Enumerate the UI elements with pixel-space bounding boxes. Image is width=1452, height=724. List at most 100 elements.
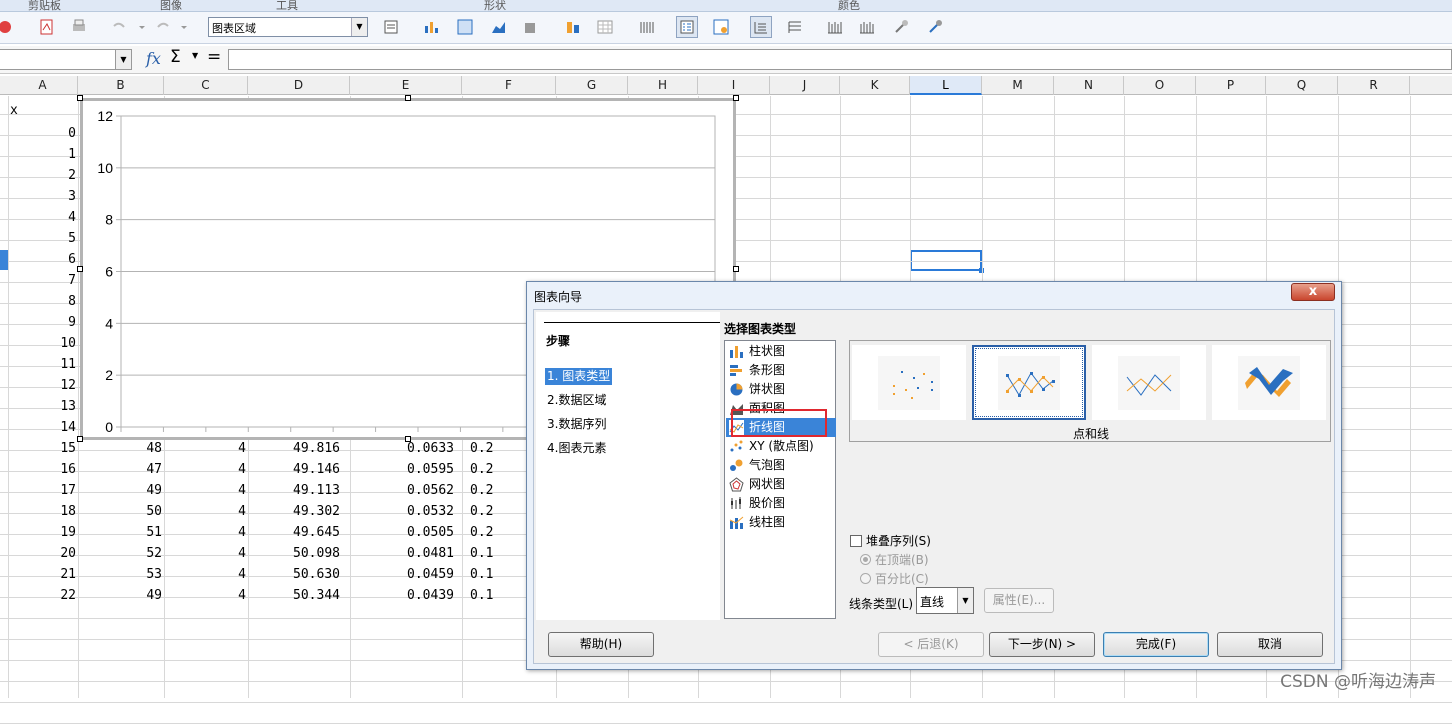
cell-a1[interactable]: x	[10, 101, 70, 121]
column-header-a[interactable]: A	[8, 76, 78, 95]
variant-points-and-lines[interactable]	[972, 345, 1086, 420]
column-header-d[interactable]: D	[248, 76, 350, 95]
cell-c[interactable]: 4	[164, 586, 246, 606]
column-header-c[interactable]: C	[164, 76, 248, 95]
cell-c[interactable]: 4	[164, 460, 246, 480]
column-header-f[interactable]: F	[462, 76, 556, 95]
cell-c[interactable]: 4	[164, 439, 246, 459]
cell-c[interactable]: 4	[164, 523, 246, 543]
cell-a[interactable]: 22	[8, 586, 76, 606]
format-selection-icon[interactable]	[380, 16, 402, 38]
cell-e[interactable]: 0.0505	[350, 523, 454, 543]
cell-a[interactable]: 19	[8, 523, 76, 543]
column-header-e[interactable]: E	[350, 76, 462, 95]
cell-a[interactable]: 15	[8, 439, 76, 459]
cell-f[interactable]: 0.2	[470, 481, 530, 501]
cell-d[interactable]: 49.302	[248, 502, 340, 522]
cell-f[interactable]: 0.2	[470, 523, 530, 543]
chart-element-select[interactable]: 图表区域 ▼	[208, 17, 368, 37]
cell-e[interactable]: 0.0633	[350, 439, 454, 459]
x-axis-icon[interactable]	[824, 16, 846, 38]
palette-icon[interactable]	[0, 16, 16, 38]
function-wizard-icon[interactable]: fx	[146, 49, 161, 68]
cell-a[interactable]: 8	[8, 292, 76, 312]
cell-e[interactable]: 0.0459	[350, 565, 454, 585]
cell-e[interactable]: 0.0481	[350, 544, 454, 564]
finish-button[interactable]: 完成(F)	[1103, 632, 1209, 657]
chart-type-xy-scatter[interactable]: XY (散点图)	[726, 437, 836, 456]
cell-b[interactable]: 53	[78, 565, 162, 585]
cell-b[interactable]: 49	[78, 481, 162, 501]
cell-a[interactable]: 5	[8, 229, 76, 249]
cell-f[interactable]: 0.2	[470, 502, 530, 522]
variant-3d-lines[interactable]	[1212, 345, 1326, 420]
cell-a[interactable]: 0	[8, 124, 76, 144]
sum-icon[interactable]: Σ	[170, 47, 181, 67]
cell-a[interactable]: 14	[8, 418, 76, 438]
cell-a[interactable]: 20	[8, 544, 76, 564]
close-button[interactable]: x	[1291, 283, 1335, 301]
resize-handle-ne[interactable]	[733, 95, 739, 101]
cell-a[interactable]: 6	[8, 250, 76, 270]
formula-input[interactable]	[228, 49, 1452, 70]
cell-a[interactable]: 3	[8, 187, 76, 207]
cell-a[interactable]: 10	[8, 334, 76, 354]
cell-a[interactable]: 13	[8, 397, 76, 417]
cell-d[interactable]: 49.146	[248, 460, 340, 480]
chart-type-bubble[interactable]: 气泡图	[726, 456, 836, 475]
stack-series-option[interactable]: 堆叠序列(S)	[850, 532, 931, 549]
column-header-b[interactable]: B	[78, 76, 164, 95]
column-header-q[interactable]: Q	[1266, 76, 1338, 95]
chart-type-stock[interactable]: 股价图	[726, 494, 836, 513]
back-button[interactable]: < 后退(K)	[878, 632, 984, 657]
cell-a[interactable]: 17	[8, 481, 76, 501]
cell-a[interactable]: 12	[8, 376, 76, 396]
chart-area-icon[interactable]	[488, 16, 510, 38]
3d-view-icon[interactable]	[520, 16, 542, 38]
undo-icon[interactable]	[108, 16, 130, 38]
column-header-g[interactable]: G	[556, 76, 628, 95]
chart-type-column-line[interactable]: 线柱图	[726, 513, 836, 532]
resize-handle-w[interactable]	[77, 266, 83, 272]
cell-a[interactable]: 16	[8, 460, 76, 480]
line-type-select[interactable]: 直线 ▼	[916, 587, 974, 614]
pdf-export-icon[interactable]	[36, 16, 58, 38]
cell-a[interactable]: 9	[8, 313, 76, 333]
vertical-grid-icon[interactable]	[784, 16, 806, 38]
data-table-icon[interactable]	[594, 16, 616, 38]
stack-series-checkbox[interactable]	[850, 534, 862, 547]
sum-dropdown-icon[interactable]: ▼	[192, 51, 198, 60]
variant-lines-only[interactable]	[1092, 345, 1206, 420]
cell-b[interactable]: 51	[78, 523, 162, 543]
variant-points-only[interactable]	[852, 345, 966, 420]
resize-handle-nw[interactable]	[77, 95, 83, 101]
cell-b[interactable]: 48	[78, 439, 162, 459]
cell-b[interactable]: 47	[78, 460, 162, 480]
redo-icon[interactable]	[152, 16, 174, 38]
cell-f[interactable]: 0.1	[470, 544, 530, 564]
cell-c[interactable]: 4	[164, 565, 246, 585]
cell-c[interactable]: 4	[164, 502, 246, 522]
column-header-l[interactable]: L	[910, 76, 982, 95]
column-header-n[interactable]: N	[1054, 76, 1124, 95]
chevron-down-icon[interactable]: ▼	[115, 50, 131, 69]
column-header-j[interactable]: J	[770, 76, 840, 95]
cell-a[interactable]: 11	[8, 355, 76, 375]
chart-type-icon[interactable]	[420, 16, 442, 38]
next-button[interactable]: 下一步(N) >	[989, 632, 1095, 657]
column-header-m[interactable]: M	[982, 76, 1054, 95]
chart-settings-icon[interactable]	[710, 16, 732, 38]
cell-a[interactable]: 18	[8, 502, 76, 522]
on-top-option[interactable]: 在顶端(B)	[860, 551, 929, 568]
step-data-series[interactable]: 3.数据序列	[545, 416, 608, 433]
legend-on-off-icon[interactable]	[676, 16, 698, 38]
resize-handle-sw[interactable]	[77, 436, 83, 442]
on-top-radio[interactable]	[860, 554, 871, 565]
cell-a[interactable]: 2	[8, 166, 76, 186]
horizontal-grid-icon[interactable]	[636, 16, 658, 38]
cell-f[interactable]: 0.1	[470, 565, 530, 585]
chevron-down-icon[interactable]: ▼	[957, 588, 973, 613]
resize-handle-e[interactable]	[733, 266, 739, 272]
data-range-icon[interactable]	[562, 16, 584, 38]
cell-d[interactable]: 50.098	[248, 544, 340, 564]
